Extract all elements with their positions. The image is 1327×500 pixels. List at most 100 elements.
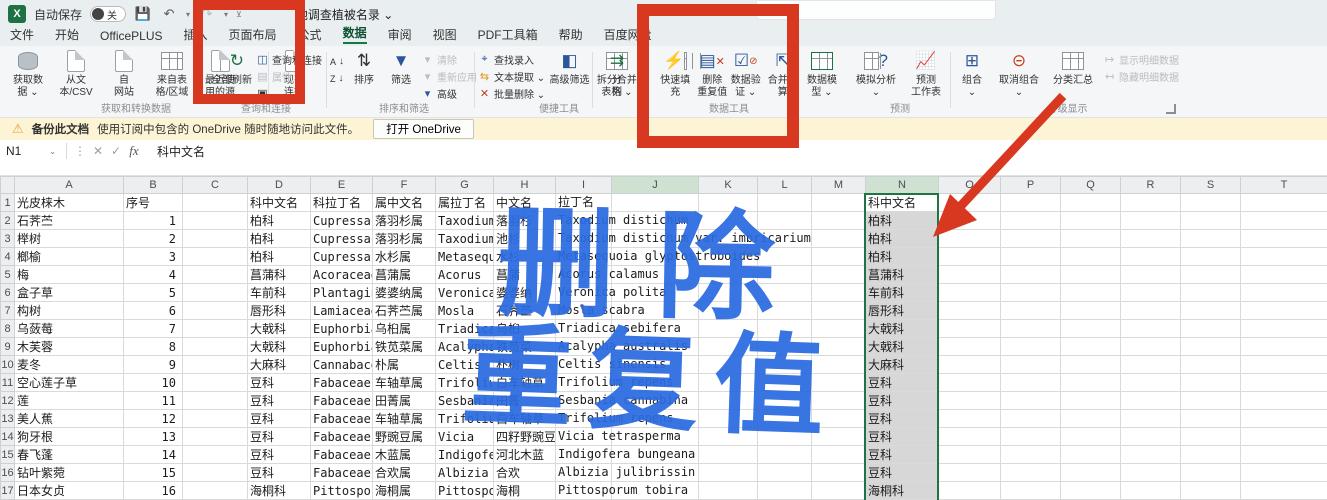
cell-P2[interactable]: [1000, 211, 1061, 230]
cell-C2[interactable]: [182, 211, 248, 230]
cell-M14[interactable]: [811, 427, 866, 446]
cell-Q3[interactable]: [1060, 229, 1121, 248]
cell-S8[interactable]: [1180, 319, 1241, 338]
cell-H12[interactable]: 田菁: [493, 391, 556, 410]
cell-H6[interactable]: 婆婆纳: [493, 283, 556, 302]
cell-C10[interactable]: [182, 355, 248, 374]
cell-O1[interactable]: [938, 193, 1001, 212]
cell-B5[interactable]: 4: [123, 265, 183, 284]
cell-I11[interactable]: Trifolium repens: [555, 373, 674, 392]
find-entry-button[interactable]: ⌖ 查找录入: [478, 52, 545, 67]
cell-N5[interactable]: 菖蒲科: [865, 265, 939, 284]
cell-D9[interactable]: 大戟科: [247, 337, 311, 356]
cell-C16[interactable]: [182, 463, 248, 482]
row-header-9[interactable]: 9: [0, 337, 15, 356]
cell-D3[interactable]: 柏科: [247, 229, 311, 248]
cell-S6[interactable]: [1180, 283, 1241, 302]
row-header-3[interactable]: 3: [0, 229, 15, 248]
cell-F10[interactable]: 朴属: [372, 355, 436, 374]
cell-K2[interactable]: [698, 211, 758, 230]
cell-R1[interactable]: [1120, 193, 1181, 212]
cell-E5[interactable]: Acoraceae: [310, 265, 373, 284]
cell-K1[interactable]: [698, 193, 758, 212]
cell-M6[interactable]: [811, 283, 866, 302]
cell-I16[interactable]: Albizia julibrissin: [555, 463, 695, 482]
menu-tab-help[interactable]: 帮助: [559, 26, 583, 44]
cell-Q9[interactable]: [1060, 337, 1121, 356]
cell-L5[interactable]: [757, 265, 812, 284]
cell-B4[interactable]: 3: [123, 247, 183, 266]
cell-A16[interactable]: 钻叶紫菀: [14, 463, 124, 482]
column-header-F[interactable]: F: [372, 176, 436, 194]
cell-E13[interactable]: Fabaceae: [310, 409, 373, 428]
cell-L4[interactable]: [757, 247, 812, 266]
cell-G3[interactable]: Taxodium: [435, 229, 494, 248]
cell-T4[interactable]: [1240, 247, 1327, 266]
cell-Q13[interactable]: [1060, 409, 1121, 428]
sort-button[interactable]: ⇅ 排序: [347, 46, 381, 101]
menu-tab-review[interactable]: 审阅: [388, 26, 412, 44]
cell-R6[interactable]: [1120, 283, 1181, 302]
undo-icon[interactable]: ↶: [160, 6, 178, 22]
column-header-T[interactable]: T: [1240, 176, 1327, 194]
menu-tab-pdf[interactable]: PDF工具箱: [478, 26, 538, 44]
select-all-corner[interactable]: [0, 176, 15, 194]
cell-A6[interactable]: 盒子草: [14, 283, 124, 302]
cell-D8[interactable]: 大戟科: [247, 319, 311, 338]
cell-B17[interactable]: 16: [123, 481, 183, 500]
cell-N17[interactable]: 海桐科: [865, 481, 939, 500]
cell-O8[interactable]: [938, 319, 1001, 338]
cell-S2[interactable]: [1180, 211, 1241, 230]
cell-I15[interactable]: Indigofera bungeana: [555, 445, 695, 464]
cell-Q1[interactable]: [1060, 193, 1121, 212]
cell-G12[interactable]: Sesbania: [435, 391, 494, 410]
cell-C9[interactable]: [182, 337, 248, 356]
cell-K11[interactable]: [698, 373, 758, 392]
row-header-8[interactable]: 8: [0, 319, 15, 338]
column-header-J[interactable]: J: [611, 176, 699, 194]
cell-G2[interactable]: Taxodium: [435, 211, 494, 230]
cell-B12[interactable]: 11: [123, 391, 183, 410]
cell-K7[interactable]: [698, 301, 758, 320]
cell-C11[interactable]: [182, 373, 248, 392]
cell-F4[interactable]: 水杉属: [372, 247, 436, 266]
cell-K16[interactable]: [698, 463, 758, 482]
cell-B2[interactable]: 1: [123, 211, 183, 230]
cell-K17[interactable]: [698, 481, 758, 500]
cell-P14[interactable]: [1000, 427, 1061, 446]
cell-M13[interactable]: [811, 409, 866, 428]
cell-L11[interactable]: [757, 373, 812, 392]
data-validation-button[interactable]: ☑ ⊘ 数据验 证 ⌄: [730, 46, 762, 99]
cell-S10[interactable]: [1180, 355, 1241, 374]
cell-A8[interactable]: 乌蔹莓: [14, 319, 124, 338]
cell-G14[interactable]: Vicia: [435, 427, 494, 446]
cell-G5[interactable]: Acorus: [435, 265, 494, 284]
cell-T7[interactable]: [1240, 301, 1327, 320]
cell-F7[interactable]: 石荠苎属: [372, 301, 436, 320]
cell-O12[interactable]: [938, 391, 1001, 410]
cell-D7[interactable]: 唇形科: [247, 301, 311, 320]
cell-R9[interactable]: [1120, 337, 1181, 356]
cell-N4[interactable]: 柏科: [865, 247, 939, 266]
cell-T14[interactable]: [1240, 427, 1327, 446]
dialog-launcher-icon[interactable]: [1166, 104, 1176, 114]
cell-I12[interactable]: Sesbania cannabina: [555, 391, 688, 410]
cell-S14[interactable]: [1180, 427, 1241, 446]
cell-E17[interactable]: Pittosporaceae: [310, 481, 373, 500]
cell-C8[interactable]: [182, 319, 248, 338]
name-box[interactable]: N1 ⌄: [0, 144, 62, 158]
cell-R12[interactable]: [1120, 391, 1181, 410]
cell-D12[interactable]: 豆科: [247, 391, 311, 410]
cell-P3[interactable]: [1000, 229, 1061, 248]
cell-O6[interactable]: [938, 283, 1001, 302]
cell-G13[interactable]: Trifolium: [435, 409, 494, 428]
cell-R10[interactable]: [1120, 355, 1181, 374]
column-header-L[interactable]: L: [757, 176, 812, 194]
cell-O2[interactable]: [938, 211, 1001, 230]
cell-D2[interactable]: 柏科: [247, 211, 311, 230]
cell-P16[interactable]: [1000, 463, 1061, 482]
cell-T12[interactable]: [1240, 391, 1327, 410]
cell-K13[interactable]: [698, 409, 758, 428]
row-header-13[interactable]: 13: [0, 409, 15, 428]
cell-K12[interactable]: [698, 391, 758, 410]
